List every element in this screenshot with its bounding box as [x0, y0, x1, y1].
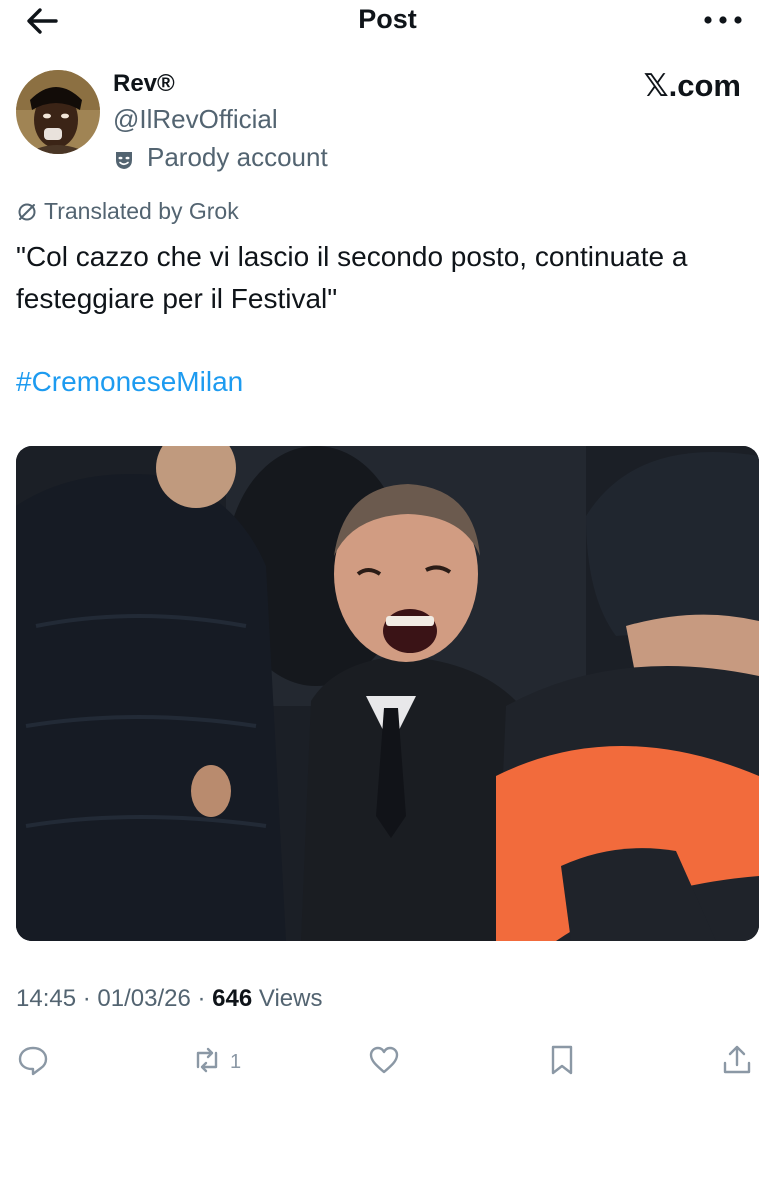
reply-button[interactable] — [16, 1040, 56, 1084]
translation-notice: Translated by Grok — [16, 198, 239, 225]
author-display-name[interactable]: Rev® — [113, 70, 175, 98]
post-date: 01/03/26 — [97, 985, 191, 1012]
retweet-icon — [190, 1043, 224, 1082]
bookmark-icon — [545, 1043, 579, 1082]
post-text: "Col cazzo che vi lascio il secondo post… — [16, 241, 688, 314]
retweet-button[interactable]: 1 — [190, 1040, 241, 1084]
views-label: Views — [258, 985, 323, 1012]
reply-icon — [16, 1043, 50, 1082]
share-button[interactable] — [720, 1040, 754, 1084]
post-photo[interactable] — [16, 446, 759, 941]
page-title: Post — [358, 4, 417, 34]
action-bar: 1 — [0, 1040, 775, 1084]
like-icon — [367, 1043, 401, 1082]
meta-separator: · — [197, 985, 206, 1012]
author-handle[interactable]: @IlRevOfficial — [113, 104, 278, 135]
share-icon — [720, 1043, 754, 1082]
hashtag-link[interactable]: #CremoneseMilan — [16, 366, 243, 398]
avatar[interactable] — [16, 70, 100, 154]
translated-label: Translated by Grok — [44, 198, 239, 224]
top-bar: Post — [0, 0, 775, 42]
post-meta: 14:45 · 01/03/26 · 646 Views — [16, 985, 322, 1013]
more-options-icon[interactable] — [701, 6, 745, 34]
retweet-count: 1 — [230, 1050, 242, 1073]
parody-badge: Parody account — [113, 142, 328, 173]
meta-separator: · — [82, 985, 91, 1012]
parody-mask-icon — [113, 147, 135, 169]
parody-label: Parody account — [147, 142, 328, 172]
grok-icon — [16, 201, 38, 223]
post-time: 14:45 — [16, 985, 77, 1012]
brand-watermark: 𝕏.com — [643, 68, 741, 103]
views-count: 646 — [212, 985, 253, 1012]
like-button[interactable] — [367, 1040, 407, 1084]
bookmark-button[interactable] — [545, 1040, 579, 1084]
